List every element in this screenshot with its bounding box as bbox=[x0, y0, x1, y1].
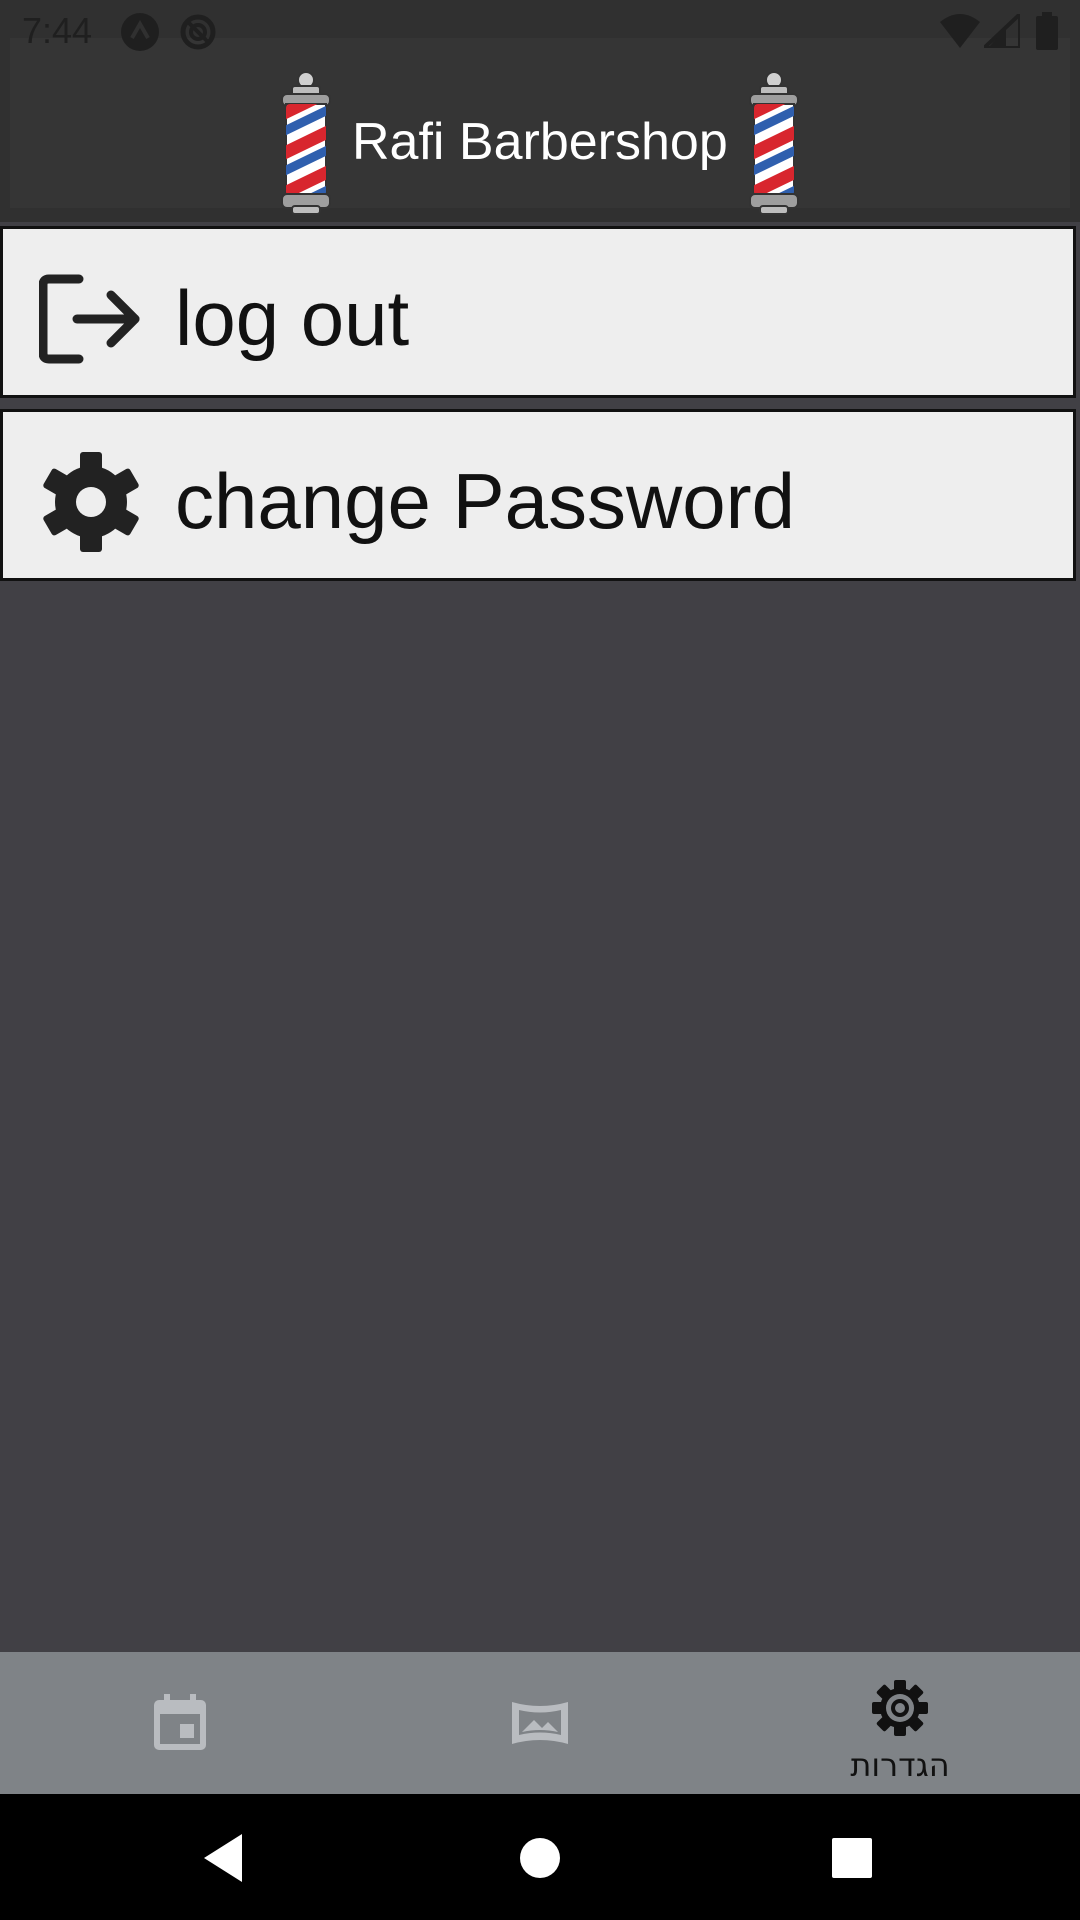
change-password-button[interactable]: change Password bbox=[0, 409, 1076, 581]
barber-pole-icon bbox=[281, 71, 331, 215]
tab-gallery[interactable] bbox=[360, 1652, 720, 1794]
tab-settings-label: הגדרות bbox=[850, 1746, 950, 1784]
recents-icon[interactable] bbox=[824, 1830, 880, 1886]
logout-label: log out bbox=[175, 274, 410, 362]
status-time: 7:44 bbox=[22, 10, 93, 51]
tab-settings[interactable]: הגדרות bbox=[720, 1652, 1080, 1794]
tab-calendar[interactable] bbox=[0, 1652, 360, 1794]
home-icon[interactable] bbox=[512, 1830, 568, 1886]
settings-icon bbox=[872, 1680, 928, 1736]
logout-icon bbox=[39, 274, 140, 364]
app-title: Rafi Barbershop bbox=[352, 113, 728, 171]
gear-icon bbox=[43, 452, 139, 552]
system-navigation-bar bbox=[0, 1794, 1080, 1920]
android-notification-icon bbox=[121, 13, 159, 51]
wifi-icon bbox=[940, 14, 980, 48]
battery-icon bbox=[1036, 12, 1058, 50]
sync-off-icon bbox=[180, 14, 216, 50]
barber-pole-icon bbox=[749, 71, 799, 215]
signal-icon bbox=[984, 14, 1020, 48]
logout-button[interactable]: log out bbox=[0, 226, 1076, 398]
gallery-icon bbox=[512, 1702, 568, 1744]
bottom-navigation: הגדרות bbox=[0, 1652, 1080, 1794]
back-icon[interactable] bbox=[198, 1830, 254, 1886]
change-password-label: change Password bbox=[175, 457, 796, 545]
calendar-icon bbox=[154, 1694, 206, 1750]
status-bar: 7:44 bbox=[0, 0, 1080, 64]
